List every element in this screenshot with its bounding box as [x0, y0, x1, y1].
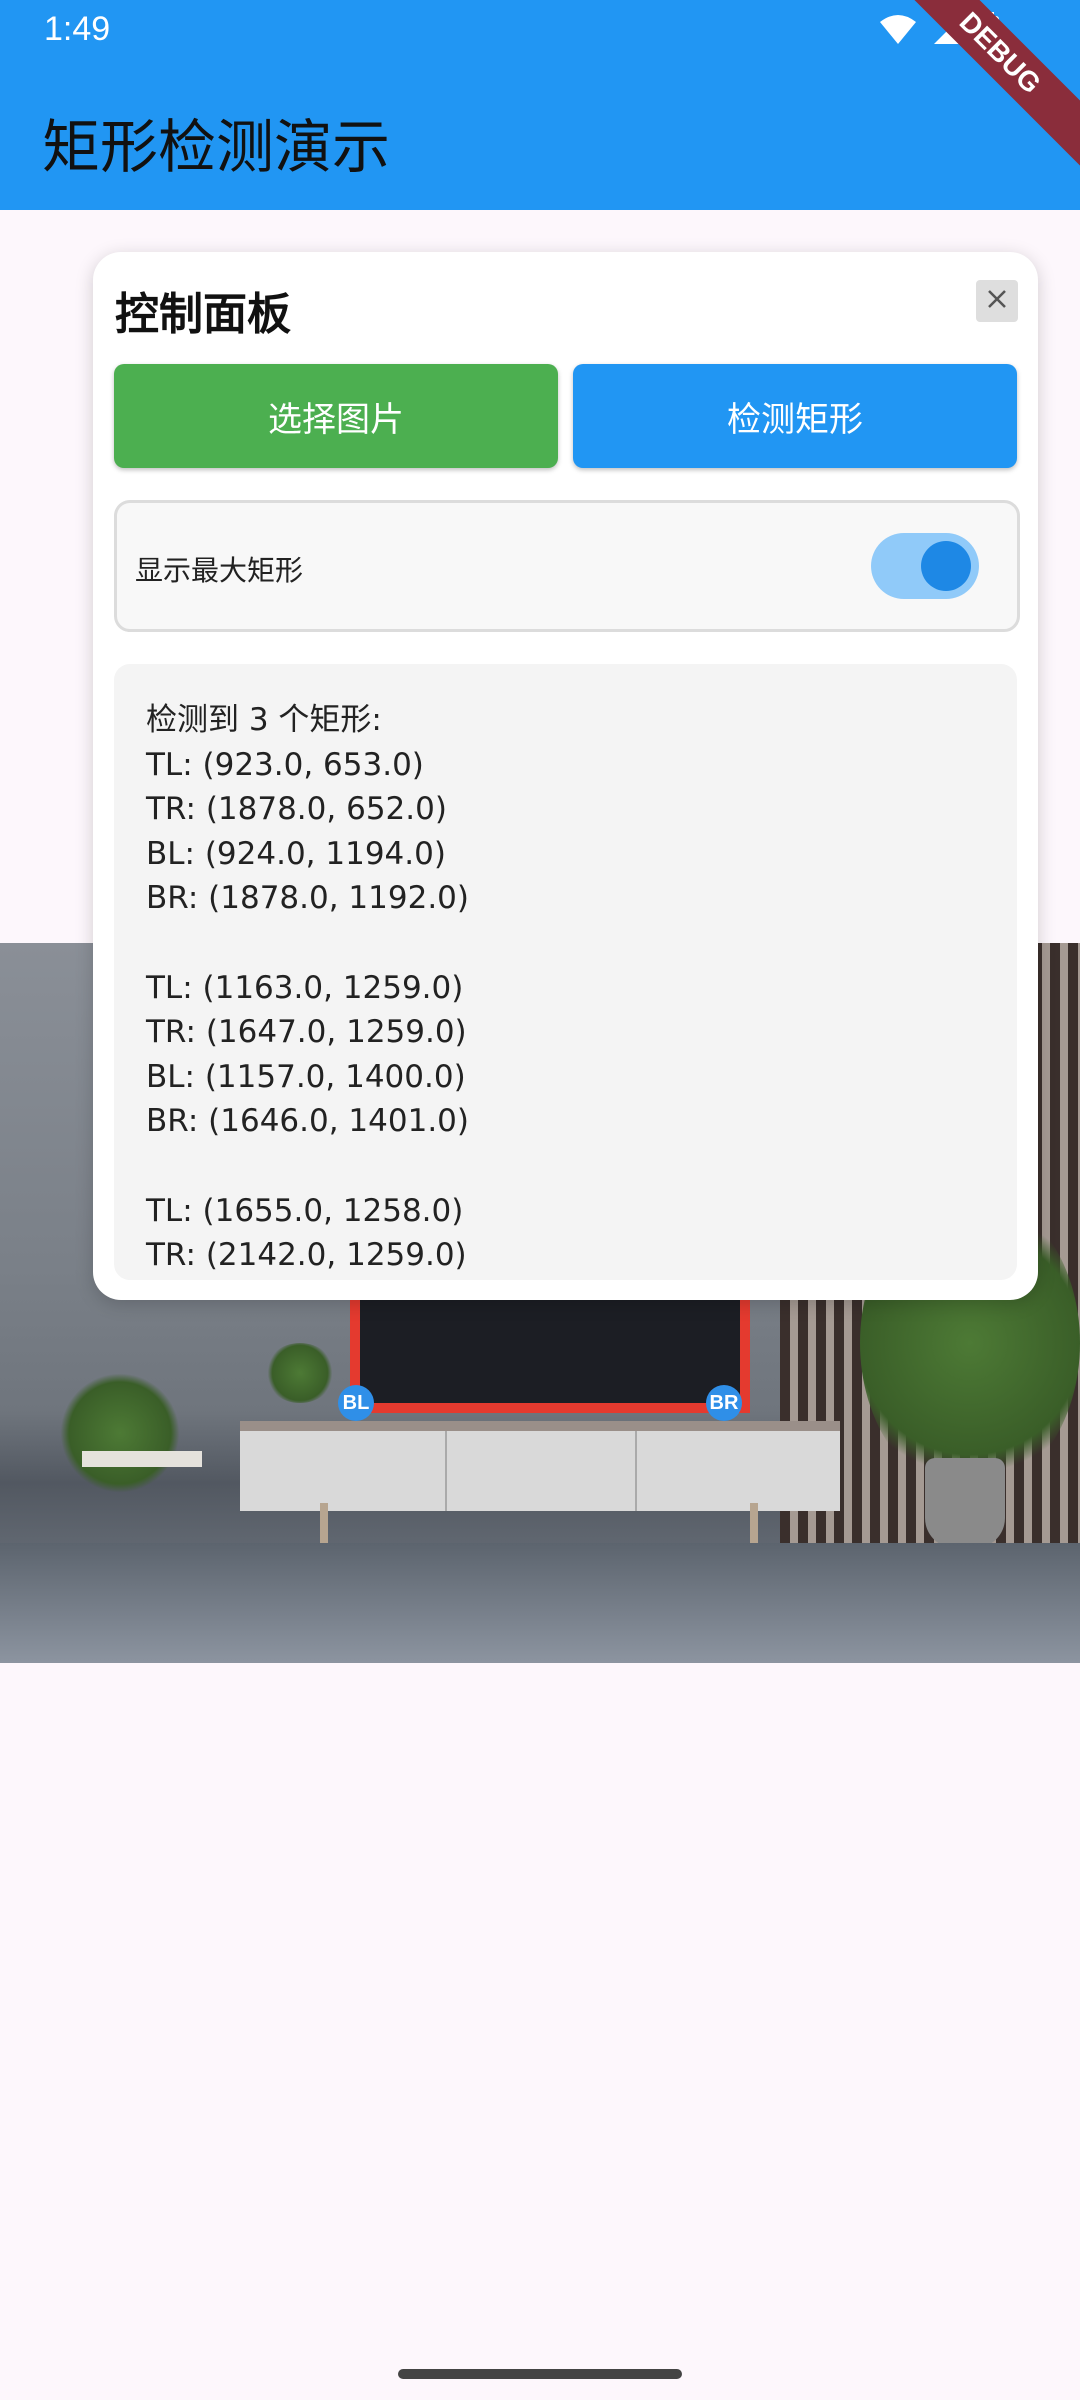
- switch-knob: [921, 541, 971, 591]
- pick-image-button[interactable]: 选择图片: [114, 364, 558, 468]
- plant-pot: [925, 1458, 1005, 1548]
- close-button[interactable]: [976, 280, 1018, 322]
- show-largest-rect-row: 显示最大矩形: [114, 500, 1020, 632]
- detect-button[interactable]: 检测矩形: [573, 364, 1017, 468]
- results-text: 检测到 3 个矩形: TL: (923.0, 653.0) TR: (1878.…: [146, 702, 469, 1274]
- stool-plant: [60, 1373, 180, 1493]
- app-bar: 1:49 矩形检测演示 DEBUG: [0, 0, 1080, 210]
- status-time: 1:49: [44, 10, 111, 48]
- small-plant: [265, 1343, 335, 1403]
- show-largest-rect-switch[interactable]: [871, 533, 979, 599]
- home-indicator[interactable]: [398, 2369, 682, 2379]
- marker-br: BR: [706, 1385, 742, 1421]
- wifi-icon: [878, 14, 918, 50]
- stool: [82, 1451, 202, 1467]
- floor: [0, 1543, 1080, 1663]
- app-title: 矩形检测演示: [42, 113, 391, 181]
- control-panel: 控制面板 选择图片 检测矩形 显示最大矩形 检测到 3 个矩形: TL: (92…: [93, 252, 1038, 1300]
- tv-console: [240, 1421, 840, 1511]
- results-box[interactable]: 检测到 3 个矩形: TL: (923.0, 653.0) TR: (1878.…: [114, 664, 1017, 1280]
- marker-bl: BL: [338, 1385, 374, 1421]
- toggle-label: 显示最大矩形: [135, 554, 304, 587]
- close-icon: [986, 288, 1008, 314]
- panel-title: 控制面板: [115, 289, 291, 340]
